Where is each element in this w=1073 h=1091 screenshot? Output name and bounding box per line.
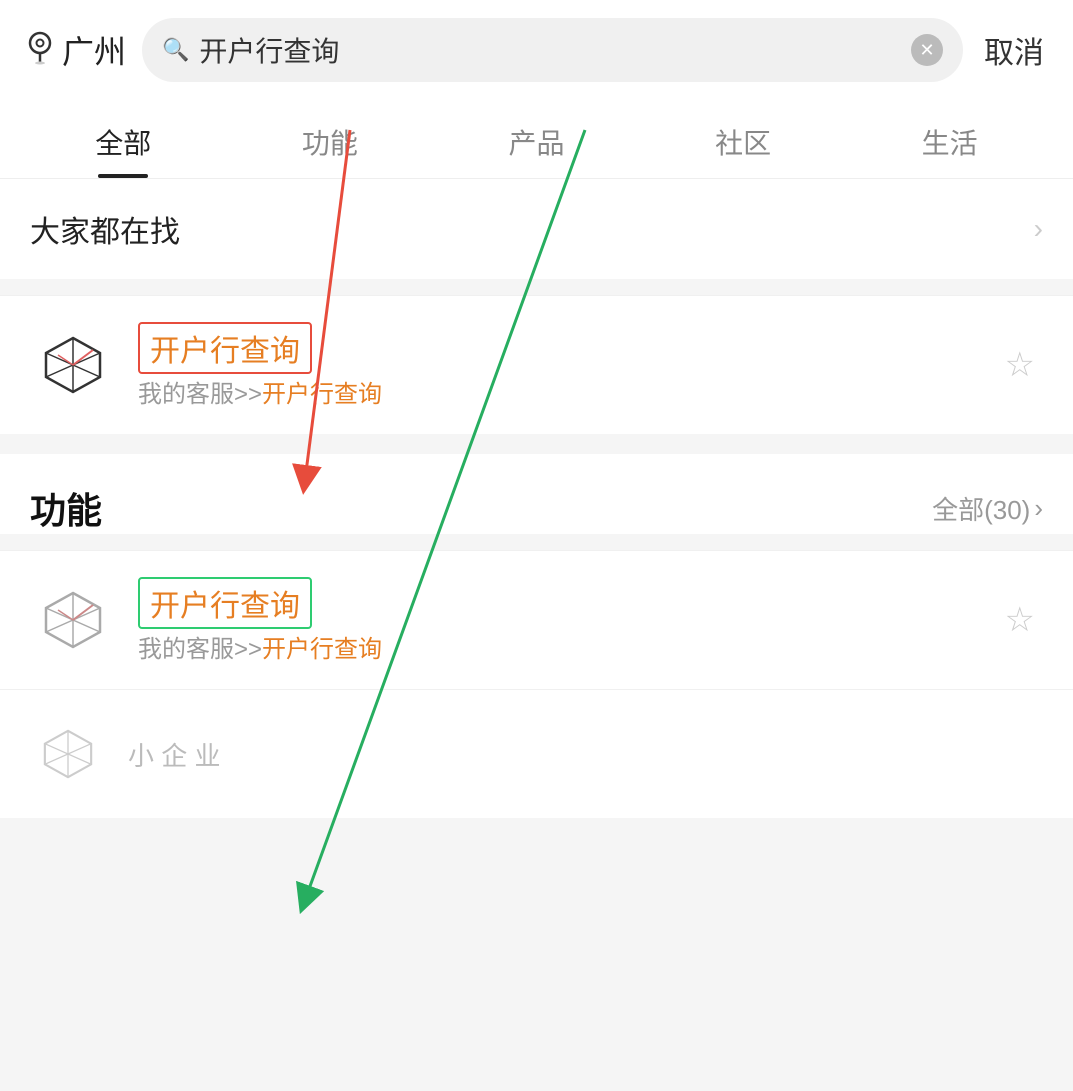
tab-community[interactable]: 社区 (640, 100, 847, 178)
result-item-2-content: 开户行查询 我的客服>>开户行查询 (138, 577, 995, 664)
result-item-1-subtitle: 我的客服>>开户行查询 (138, 374, 995, 409)
star-button-1[interactable]: ☆ (995, 335, 1045, 395)
popular-section: 大家都在找 › (0, 179, 1073, 279)
result-item-1-icon (28, 320, 118, 410)
star-button-2[interactable]: ☆ (995, 590, 1045, 650)
popular-arrow: › (1034, 213, 1043, 245)
popular-title: 大家都在找 (30, 207, 180, 251)
function-all-button[interactable]: 全部(30) › (932, 490, 1043, 527)
clear-button[interactable]: ✕ (911, 34, 943, 66)
bottom-partial-icon (28, 714, 108, 794)
function-all-arrow: › (1034, 493, 1043, 524)
function-title: 功能 (30, 482, 102, 534)
result-item-2[interactable]: 开户行查询 我的客服>>开户行查询 ☆ (0, 550, 1073, 689)
tabs-bar: 全部 功能 产品 社区 生活 (0, 100, 1073, 179)
spacer-1 (0, 434, 1073, 454)
function-section-header: 功能 全部(30) › (30, 482, 1043, 534)
result-item-1[interactable]: 开户行查询 我的客服>>开户行查询 ☆ (0, 295, 1073, 434)
search-input-value: 开户行查询 (199, 30, 901, 70)
location-icon (24, 29, 56, 72)
bottom-partial-item[interactable]: 小 企 业 (0, 689, 1073, 818)
search-icon: 🔍 (162, 37, 189, 63)
result-item-1-content: 开户行查询 我的客服>>开户行查询 (138, 322, 995, 409)
popular-section-header[interactable]: 大家都在找 › (30, 207, 1043, 251)
cancel-button[interactable]: 取消 (979, 28, 1049, 72)
tab-product[interactable]: 产品 (433, 100, 640, 178)
tab-function[interactable]: 功能 (227, 100, 434, 178)
result-item-2-subtitle: 我的客服>>开户行查询 (138, 629, 995, 664)
result-item-2-icon (28, 575, 118, 665)
result-item-1-title: 开户行查询 (138, 322, 995, 374)
location-area[interactable]: 广州 (24, 27, 126, 73)
bottom-partial-content: 小 企 业 (128, 736, 1045, 773)
search-bar[interactable]: 🔍 开户行查询 ✕ (142, 18, 963, 82)
location-text: 广州 (62, 27, 126, 73)
tab-life[interactable]: 生活 (846, 100, 1053, 178)
result-item-2-title: 开户行查询 (138, 577, 995, 629)
content-area: 大家都在找 › 开户行查询 我的客服>>开户行查询 ☆ (0, 179, 1073, 818)
header: 广州 🔍 开户行查询 ✕ 取消 (0, 0, 1073, 100)
tab-all[interactable]: 全部 (20, 100, 227, 178)
function-section: 功能 全部(30) › (0, 454, 1073, 534)
